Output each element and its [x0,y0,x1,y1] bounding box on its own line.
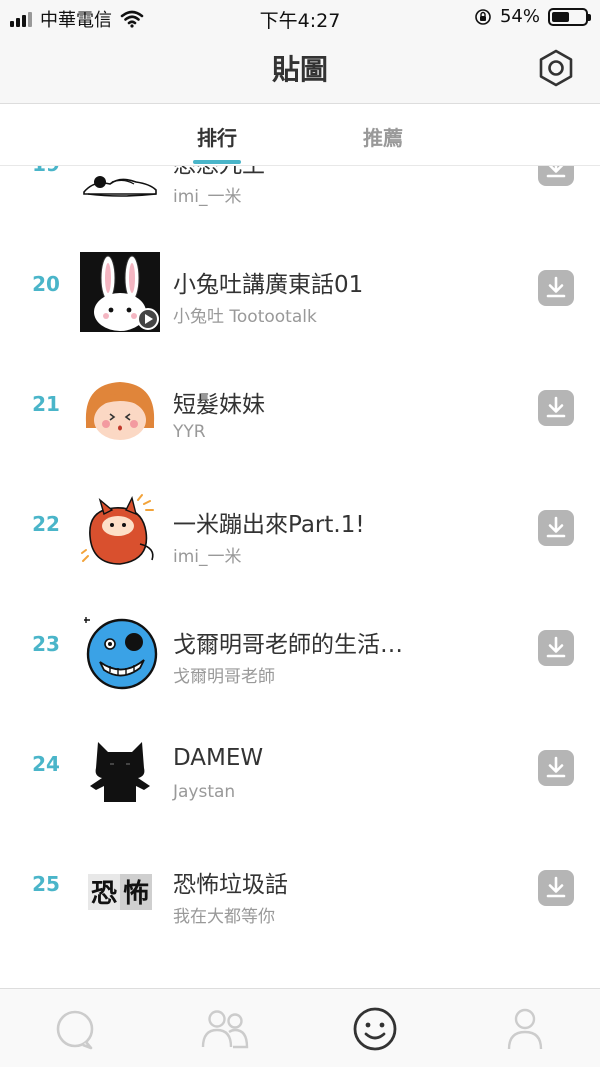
sticker-author: 我在大都等你 [173,907,275,927]
sticker-author: YYR [173,422,206,442]
download-button[interactable] [538,166,574,186]
tab-bar: 排行 推薦 [0,104,600,166]
rank-number: 24 [32,752,60,776]
page-title: 貼圖 [271,53,328,86]
friends-icon [201,1010,249,1049]
list-item[interactable]: 19 悉悉九王 imi_一米 [0,166,600,222]
list-item[interactable]: 25 恐 怖 恐怖垃圾話 我在大都等你 [0,822,600,942]
download-button[interactable] [538,750,574,786]
sticker-thumbnail [80,252,160,332]
tab-friends[interactable] [200,1006,250,1052]
bottom-tab-bar [0,988,600,1067]
download-button[interactable] [538,510,574,546]
nav-header: 貼圖 [0,34,600,104]
person-icon [507,1008,543,1050]
status-bar: 中華電信 下午4:27 54% [0,0,600,34]
download-icon [546,516,566,538]
battery-icon [548,7,591,26]
download-button[interactable] [538,870,574,906]
download-icon [546,636,566,658]
sticker-title: 恐怖垃圾話 [173,872,288,898]
sticker-thumbnail [83,176,157,197]
tab-active-indicator [193,160,241,164]
sticker-title: 戈爾明哥老師的生活… [173,632,403,658]
list-item[interactable]: 24 DAMEW Jaystan [0,702,600,822]
sticker-list: 19 悉悉九王 imi_一米 20 [0,166,600,988]
sticker-thumbnail [90,742,150,802]
thumbnail-char: 怖 [123,878,149,909]
battery-fill [552,11,570,22]
sticker-author: imi_一米 [173,547,242,567]
settings-button[interactable] [536,48,576,88]
download-icon [546,166,566,178]
download-button[interactable] [538,630,574,666]
status-right: 54% [474,6,591,27]
orientation-lock-icon [475,8,491,25]
tab-stickers[interactable] [350,1006,400,1052]
sticker-thumbnail [84,617,158,690]
smiley-icon [353,1007,397,1051]
sticker-title: 小兔吐講廣東話01 [173,272,364,298]
download-icon [546,276,566,298]
sticker-author: Jaystan [173,782,236,802]
rank-number: 23 [32,632,60,656]
chat-bubble-icon [56,1010,94,1050]
sticker-title: 短髮妹妹 [173,392,265,418]
download-button[interactable] [538,390,574,426]
download-button[interactable] [538,270,574,306]
gear-icon [539,49,573,87]
tab-profile[interactable] [500,1006,550,1052]
rank-number: 25 [32,872,60,896]
sticker-thumbnail [85,382,155,440]
sticker-title: 悉悉九王 [173,166,265,179]
rank-number: 21 [32,392,60,416]
sticker-title: DAMEW [173,745,264,771]
sticker-thumbnail: 恐 怖 [88,874,152,910]
rank-number: 22 [32,512,60,536]
tab-recommended[interactable]: 推薦 [323,122,443,151]
list-item[interactable]: 23 戈爾明哥老師的生活… 戈爾明哥老師 [0,582,600,702]
tab-ranking[interactable]: 排行 [157,122,277,151]
sticker-title: 一米蹦出來Part.1! [173,512,365,538]
rank-number: 19 [18,166,74,176]
list-item[interactable]: 21 短髮妹妹 YYR [0,342,600,462]
download-icon [546,756,566,778]
download-icon [546,396,566,418]
sticker-author: imi_一米 [173,187,242,207]
sticker-author: 小兔吐 Tootootalk [173,307,317,327]
sticker-author: 戈爾明哥老師 [173,667,275,687]
sticker-thumbnail [81,494,154,565]
list-item[interactable]: 22 一米蹦出來Part.1! imi_一米 [0,462,600,582]
list-item[interactable]: 20 小兔吐講廣東話01 小兔吐 Tootootalk [0,222,600,342]
thumbnail-char: 恐 [91,879,117,909]
rank-number: 20 [32,272,60,296]
download-icon [546,876,566,898]
battery-percent: 54% [499,6,540,27]
tab-chats[interactable] [50,1006,100,1052]
